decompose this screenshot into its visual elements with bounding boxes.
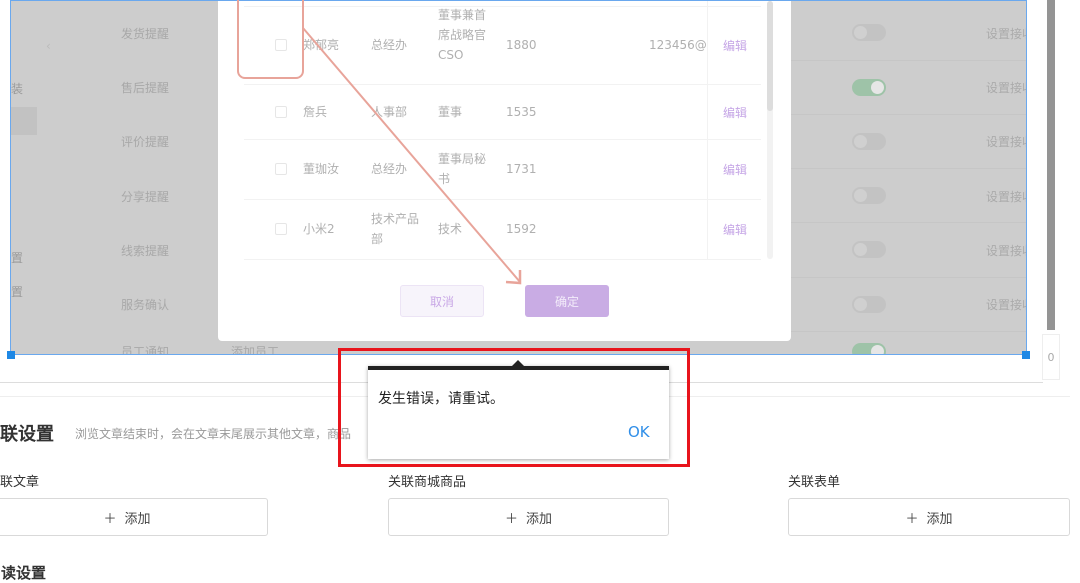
section-description: 浏览文章结束时，会在文章末尾展示其他文章，商品 [75, 427, 352, 441]
counter-box: 0 [1042, 334, 1060, 380]
add-form-button[interactable]: ＋ 添加 [788, 498, 1070, 536]
add-article-button[interactable]: ＋ 添加 [0, 498, 268, 536]
group-label: 关联表单 [788, 475, 841, 490]
button-label: 添加 [124, 511, 151, 527]
add-product-button[interactable]: ＋ 添加 [388, 498, 669, 536]
group-label: 关联文章 [0, 475, 40, 490]
next-section-title: 阅读设置 [0, 564, 47, 582]
plus-icon: ＋ [504, 511, 518, 527]
button-label: 添加 [926, 511, 953, 527]
dialog-pointer-icon [512, 360, 524, 366]
annotation-arrow [302, 27, 521, 283]
annotation-highlight-box [237, 0, 304, 79]
section-title: 关联设置 [0, 424, 54, 445]
group-label: 关联商城商品 [388, 475, 467, 490]
plus-icon: ＋ [905, 511, 919, 527]
annotation-overlay [237, 0, 522, 285]
plus-icon: ＋ [103, 511, 117, 527]
button-label: 添加 [526, 511, 553, 527]
page-scrollbar[interactable] [1047, 0, 1055, 330]
